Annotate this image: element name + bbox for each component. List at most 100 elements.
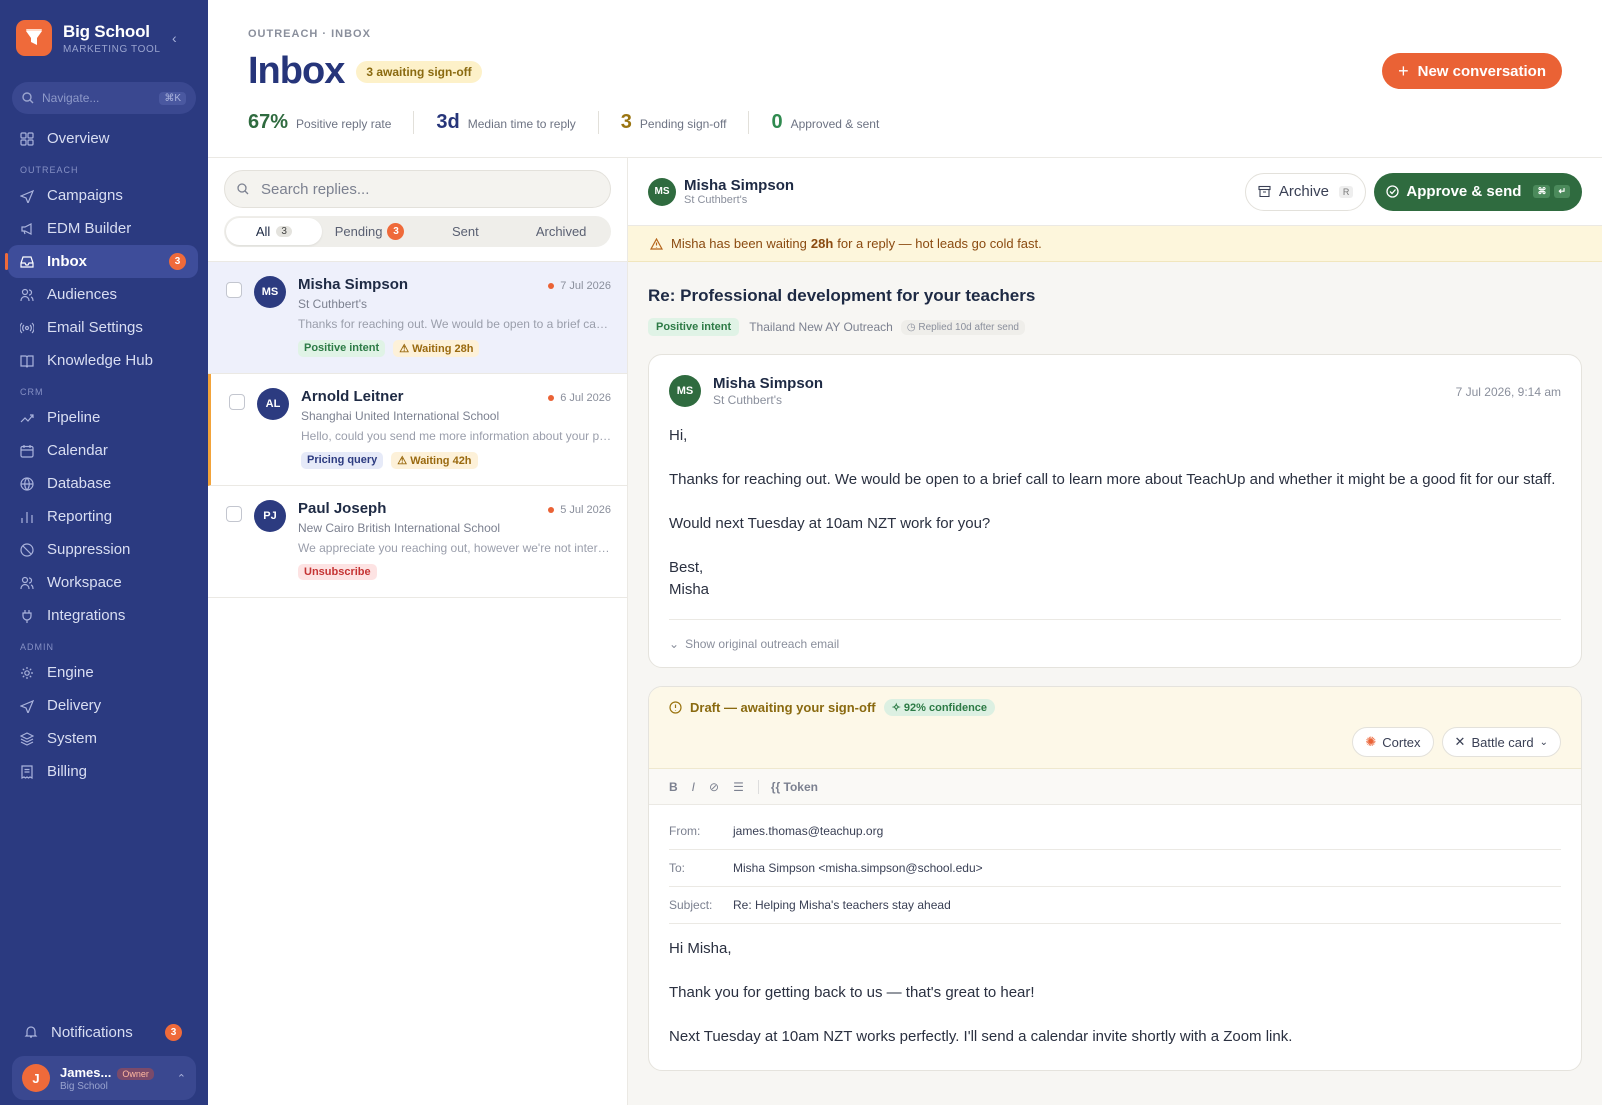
link-icon[interactable]: ⊘ [709, 780, 719, 794]
stat-value: 3d [436, 111, 460, 133]
signal-icon [20, 321, 34, 335]
notifications-item[interactable]: Notifications 3 [8, 1016, 198, 1048]
sparkle-icon: ✺ [1365, 734, 1377, 749]
stat-item: 67% Positive reply rate [248, 111, 415, 134]
search-replies-input[interactable]: Search replies... [224, 170, 611, 208]
to-field[interactable]: To: Misha Simpson <misha.simpson@school.e… [669, 850, 1561, 887]
bold-icon[interactable]: B [669, 780, 678, 794]
new-conversation-button[interactable]: + New conversation [1382, 53, 1562, 89]
unread-dot [548, 395, 555, 401]
stat-value: 0 [771, 111, 783, 133]
sidebar-item-audiences[interactable]: Audiences [8, 278, 198, 311]
avatar: MS [254, 276, 286, 308]
sidebar-item-label: Integrations [47, 607, 126, 624]
grid-icon [20, 131, 34, 146]
sidebar-item-suppression[interactable]: Suppression [8, 533, 198, 566]
sidebar-item-knowledge-hub[interactable]: Knowledge Hub [8, 344, 198, 377]
confidence-text: 92% confidence [903, 702, 988, 714]
sidebar-item-overview[interactable]: Overview [8, 122, 198, 155]
page-header: OUTREACH · INBOX Inbox 3 awaiting sign-o… [208, 0, 1602, 158]
sidebar-item-calendar[interactable]: Calendar [8, 434, 198, 467]
row-tags: Unsubscribe [298, 564, 611, 580]
sidebar-nav: Overview OUTREACH Campaigns EDM Builder Inbo… [0, 122, 208, 788]
tab-pending[interactable]: Pending 3 [322, 218, 418, 245]
battle-card-button[interactable]: ✕ Battle card ⌄ [1441, 727, 1561, 757]
logo-icon [16, 20, 52, 56]
tab-archived[interactable]: Archived [513, 218, 609, 245]
sidebar: Big School MARKETING TOOL ‹ Navigate... … [0, 0, 208, 1105]
from-value: james.thomas@teachup.org [733, 824, 884, 838]
sidebar-item-integrations[interactable]: Integrations [8, 599, 198, 632]
sidebar-item-database[interactable]: Database [8, 467, 198, 500]
archive-button[interactable]: Archive R [1244, 172, 1367, 211]
collapse-sidebar-icon[interactable]: ‹ [172, 30, 177, 46]
row-org: Shanghai United International School [301, 409, 500, 423]
stat-item: 0 Approved & sent [771, 111, 901, 134]
avatar: MS [648, 177, 676, 206]
draft-body-editor[interactable]: Hi Misha, Thank you for getting back to … [649, 924, 1581, 1048]
navigate-search[interactable]: Navigate... ⌘K [12, 82, 196, 114]
trend-icon [20, 411, 34, 425]
megaphone-icon [20, 222, 34, 236]
list-icon[interactable]: ☰ [733, 780, 744, 794]
italic-icon[interactable]: I [692, 780, 695, 794]
campaign-name[interactable]: Thailand New AY Outreach [749, 320, 893, 334]
cortex-button[interactable]: ✺ Cortex [1352, 727, 1434, 757]
sidebar-item-system[interactable]: System [8, 722, 198, 755]
row-checkbox[interactable] [226, 282, 242, 298]
inbox-icon [20, 255, 34, 269]
user-org: Big School [60, 1080, 108, 1092]
approve-send-button[interactable]: Approve & send ⌘ ↵ [1374, 172, 1582, 211]
sidebar-item-workspace[interactable]: Workspace [8, 566, 198, 599]
sidebar-item-inbox[interactable]: Inbox 3 [5, 245, 198, 278]
contact-org: St Cuthbert's [684, 194, 748, 206]
draft-paragraph: Thank you for getting back to us — that'… [669, 984, 1035, 1001]
awaiting-badge: 3 awaiting sign-off [356, 60, 482, 83]
list-item[interactable]: MS Misha Simpson 7 Jul 2026 St Cuthbert's Th… [208, 262, 627, 374]
row-date: 6 Jul 2026 [560, 392, 611, 404]
row-checkbox[interactable] [226, 506, 242, 522]
sidebar-item-edm-builder[interactable]: EDM Builder [8, 212, 198, 245]
token-button[interactable]: {{ Token [771, 780, 818, 794]
sidebar-item-reporting[interactable]: Reporting [8, 500, 198, 533]
nav-section-heading: ADMIN [20, 642, 54, 652]
row-tags: Pricing query ⚠ Waiting 42h [301, 452, 611, 469]
user-menu[interactable]: J James... Owner Big School ⌃ [12, 1056, 196, 1100]
message-date: 7 Jul 2026, 9:14 am [1455, 385, 1561, 399]
from-field[interactable]: From: james.thomas@teachup.org [669, 813, 1561, 850]
tab-label: Archived [535, 224, 587, 239]
sidebar-item-engine[interactable]: Engine [8, 656, 198, 689]
chevron-updown-icon: ⌃ [176, 1072, 186, 1085]
show-original-toggle[interactable]: ⌄ Show original outreach email [669, 619, 1561, 667]
draft-card: Draft — awaiting your sign-off ✧ 92% con… [648, 686, 1582, 1071]
alert-text-post: for a reply — hot leads go cold fast. [837, 236, 1042, 251]
search-icon [22, 92, 34, 104]
tab-sent[interactable]: Sent [418, 218, 514, 245]
sidebar-item-campaigns[interactable]: Campaigns [8, 179, 198, 212]
cortex-label: Cortex [1382, 734, 1421, 750]
brand[interactable]: Big School MARKETING TOOL [0, 0, 208, 58]
tab-all[interactable]: All 3 [226, 218, 322, 245]
ban-icon [20, 542, 34, 557]
token-label: Token [783, 779, 818, 794]
subject-label: Subject: [669, 898, 713, 912]
sidebar-item-delivery[interactable]: Delivery [8, 689, 198, 722]
conversation-detail: MS Misha Simpson St Cuthbert's Archive R… [628, 158, 1602, 1105]
sender-name: Misha Simpson [713, 375, 824, 392]
approve-shortcut-cmd: ⌘ [1533, 185, 1551, 198]
sidebar-item-label: System [47, 730, 98, 747]
stat-value: 67% [248, 111, 289, 133]
list-item[interactable]: AL Arnold Leitner 6 Jul 2026 Shanghai Unite… [208, 374, 627, 486]
list-item[interactable]: PJ Paul Joseph 5 Jul 2026 New Cairo British… [208, 486, 627, 598]
confidence-badge: ✧ 92% confidence [883, 699, 996, 716]
bar-chart-icon [20, 510, 34, 524]
sidebar-item-label: Campaigns [47, 187, 123, 204]
message-signature: Misha [669, 581, 710, 598]
sidebar-item-label: Reporting [47, 508, 113, 525]
unread-dot [548, 283, 555, 289]
sidebar-item-pipeline[interactable]: Pipeline [8, 401, 198, 434]
sidebar-item-email-settings[interactable]: Email Settings [8, 311, 198, 344]
subject-field[interactable]: Subject: Re: Helping Misha's teachers sta… [669, 887, 1561, 924]
row-checkbox[interactable] [229, 394, 245, 410]
sidebar-item-billing[interactable]: Billing [8, 755, 198, 788]
